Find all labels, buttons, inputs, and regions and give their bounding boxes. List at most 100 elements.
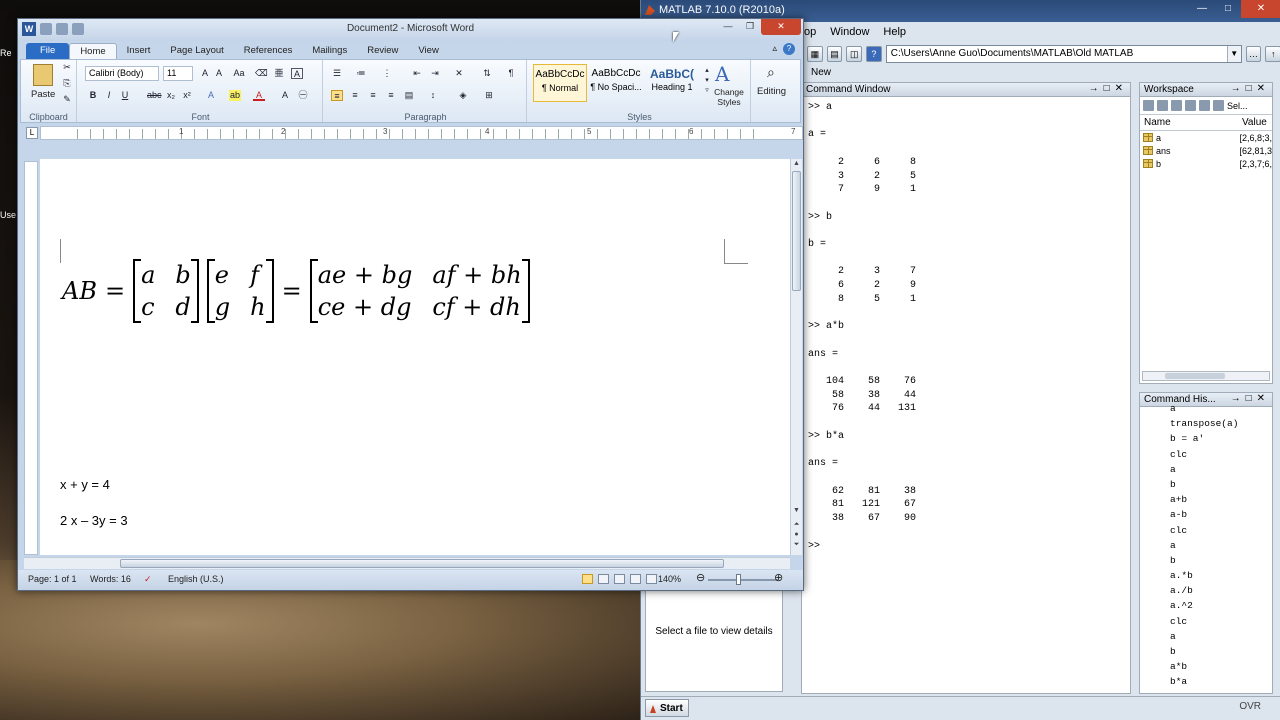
history-item[interactable]: a./b — [1140, 583, 1272, 598]
import-data-icon[interactable] — [1171, 100, 1182, 111]
text-effects-icon[interactable]: A — [205, 90, 217, 101]
minimize-icon[interactable]: — — [1189, 0, 1215, 18]
shading-icon[interactable]: ◈ — [457, 90, 469, 101]
select-browse-object-icon[interactable]: ● — [791, 531, 802, 538]
restore-icon[interactable]: ❐ — [739, 19, 761, 35]
highlight-icon[interactable]: ab — [229, 90, 241, 101]
superscript-icon[interactable]: x² — [181, 90, 193, 101]
paste-icon[interactable] — [33, 64, 53, 86]
help-icon[interactable]: ? — [783, 43, 795, 55]
zoom-in-icon[interactable]: ⊕ — [774, 571, 783, 584]
shrink-font-icon[interactable]: A — [213, 68, 225, 79]
open-variable-icon[interactable] — [1157, 100, 1168, 111]
next-page-icon[interactable]: ⏷ — [791, 541, 802, 549]
tab-file[interactable]: File — [26, 43, 70, 59]
redo-icon[interactable] — [72, 23, 84, 35]
numbering-icon[interactable]: ≔ — [355, 68, 367, 79]
grow-font-icon[interactable]: A — [199, 68, 211, 79]
distributed-icon[interactable]: ▤ — [403, 90, 415, 101]
history-item[interactable]: b — [1140, 553, 1272, 568]
zoom-out-icon[interactable]: ⊖ — [696, 571, 705, 584]
binoculars-icon[interactable]: ⌕ — [767, 64, 775, 81]
history-item[interactable]: clc — [1140, 447, 1272, 462]
align-right-icon[interactable]: ≡ — [367, 90, 379, 101]
new-variable-icon[interactable] — [1143, 100, 1154, 111]
language-indicator[interactable]: English (U.S.) — [168, 574, 224, 584]
tab-references[interactable]: References — [234, 43, 303, 59]
plot-icon[interactable] — [1213, 100, 1224, 111]
font-size-select[interactable]: 11 — [163, 66, 193, 81]
change-styles-icon[interactable]: A — [715, 62, 729, 86]
menu-help[interactable]: Help — [883, 26, 906, 38]
word-title-bar[interactable]: W Document2 - Microsoft Word — ❐ ✕ — [18, 19, 803, 41]
document-line[interactable]: x + y = 4 — [60, 477, 110, 492]
history-item[interactable]: a*b — [1140, 659, 1272, 674]
change-case-icon[interactable]: Aa — [233, 68, 245, 79]
print-icon[interactable] — [1199, 100, 1210, 111]
tab-insert[interactable]: Insert — [117, 43, 161, 59]
close-icon[interactable]: ✕ — [761, 19, 801, 35]
history-item[interactable]: transpose(a) — [1140, 416, 1272, 431]
style-heading-1[interactable]: AaBbC( Heading 1 — [645, 64, 699, 102]
document-area[interactable]: AB = a b c d e f g h = ae + bg af + bh c… — [40, 159, 790, 555]
current-folder-field[interactable]: C:\Users\Anne Guo\Documents\MATLAB\Old M… — [885, 45, 1242, 63]
increase-indent-icon[interactable]: ⇥ — [429, 68, 441, 79]
multilevel-list-icon[interactable]: ⋮ — [381, 68, 393, 79]
guide-icon[interactable]: ▤ — [826, 46, 843, 62]
help-icon[interactable]: ? — [866, 46, 882, 62]
command-window[interactable]: Command Window →□✕ >> a a = 2 6 8 3 2 5 … — [801, 82, 1131, 694]
copy-icon[interactable]: ⎘ — [61, 78, 73, 89]
previous-page-icon[interactable]: ⏶ — [791, 521, 802, 529]
strikethrough-icon[interactable]: abc — [147, 90, 162, 101]
simulink-icon[interactable]: ▦ — [807, 46, 823, 62]
menu-window[interactable]: Window — [830, 26, 869, 38]
close-icon[interactable]: ✕ — [1241, 0, 1280, 18]
sort-icon[interactable]: ⇅ — [481, 68, 493, 79]
command-output[interactable]: >> a a = 2 6 8 3 2 5 7 9 1 >> b b = 2 3 … — [802, 97, 1130, 557]
character-border-icon[interactable]: A — [291, 68, 303, 79]
history-item[interactable]: b — [1140, 644, 1272, 659]
panel-controls-icon[interactable]: →□✕ — [1089, 83, 1128, 94]
maximize-icon[interactable]: □ — [1215, 0, 1241, 18]
print-layout-icon[interactable] — [582, 574, 593, 584]
vertical-scrollbar[interactable]: ▲ ▼ ⏶ ● ⏷ — [790, 159, 802, 555]
history-item[interactable]: a — [1140, 401, 1272, 416]
undo-icon[interactable] — [56, 23, 68, 35]
document-line[interactable]: 2 x – 3y = 3 — [60, 513, 128, 528]
workspace-row[interactable]: b [2,3,7;6, — [1140, 157, 1272, 170]
history-item[interactable]: a.*b — [1140, 568, 1272, 583]
word-count[interactable]: Words: 16 — [90, 574, 131, 584]
history-item[interactable]: a — [1140, 629, 1272, 644]
profiler-icon[interactable]: ◫ — [846, 46, 863, 62]
draft-icon[interactable] — [646, 574, 657, 584]
history-item[interactable]: clc — [1140, 523, 1272, 538]
minimize-ribbon-icon[interactable]: ▵ — [772, 43, 777, 55]
history-item[interactable]: a — [1140, 538, 1272, 553]
italic-icon[interactable]: I — [103, 90, 115, 101]
history-item[interactable]: a+b — [1140, 492, 1272, 507]
bold-icon[interactable]: B — [87, 90, 99, 101]
show-paragraph-marks-icon[interactable]: ¶ — [505, 68, 517, 79]
align-center-icon[interactable]: ≡ — [349, 90, 361, 101]
full-screen-reading-icon[interactable] — [598, 574, 609, 584]
tab-view[interactable]: View — [408, 43, 448, 59]
folder-up-icon[interactable]: ↑ — [1265, 46, 1280, 62]
tab-page-layout[interactable]: Page Layout — [160, 43, 233, 59]
browse-folder-icon[interactable]: … — [1245, 46, 1262, 62]
page-count[interactable]: Page: 1 of 1 — [28, 574, 77, 584]
tab-review[interactable]: Review — [357, 43, 408, 59]
zoom-slider[interactable] — [708, 579, 778, 581]
document-page[interactable]: AB = a b c d e f g h = ae + bg af + bh c… — [40, 159, 790, 555]
history-item[interactable]: b*a — [1140, 674, 1272, 689]
bullets-icon[interactable]: ☰ — [331, 68, 343, 79]
justify-icon[interactable]: ≡ — [385, 90, 397, 101]
minimize-icon[interactable]: — — [717, 19, 739, 35]
horizontal-ruler[interactable]: 1 2 3 4 5 6 7 — [40, 126, 803, 140]
chevron-down-icon[interactable]: ▼ — [1226, 46, 1241, 62]
proofing-icon[interactable]: ✓ — [144, 574, 152, 585]
web-layout-icon[interactable] — [614, 574, 625, 584]
line-spacing-icon[interactable]: ↕ — [427, 90, 439, 101]
matrix-equation[interactable]: AB = a b c d e f g h = ae + bg af + bh c… — [62, 259, 530, 323]
start-button[interactable]: Start — [645, 699, 689, 717]
tab-selector[interactable]: L — [26, 127, 38, 139]
